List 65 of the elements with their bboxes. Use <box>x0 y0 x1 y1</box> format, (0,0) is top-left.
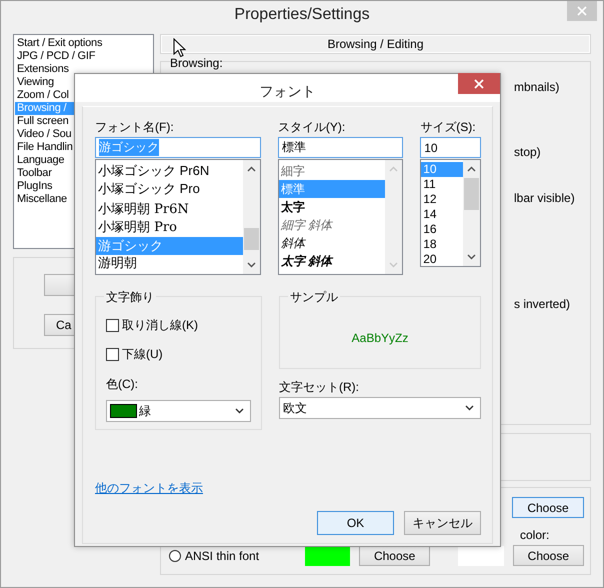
chevron-up-icon[interactable] <box>246 166 256 172</box>
group-label: Browsing: <box>170 57 224 69</box>
chevron-up-icon[interactable] <box>467 166 476 172</box>
ok-button[interactable]: OK <box>317 511 394 535</box>
list-item[interactable]: 14 <box>421 207 463 222</box>
charset-dropdown[interactable]: 欧文 <box>278 397 481 419</box>
list-item[interactable]: 16 <box>421 222 463 237</box>
scrollbar[interactable] <box>242 160 260 274</box>
color-label: color: <box>520 528 550 542</box>
radio-button[interactable]: ANSI thin font <box>169 548 305 562</box>
chevron-down-icon <box>234 408 244 414</box>
page-header: Browsing / Editing <box>160 34 591 54</box>
field-label: フォント名(F): <box>95 120 175 134</box>
group-label: サンプル <box>288 289 340 306</box>
input-field[interactable]: 標準 <box>278 137 404 158</box>
scrollbar-thumb[interactable] <box>464 178 479 210</box>
checkbox[interactable]: 下線(U) <box>106 346 251 362</box>
close-icon <box>474 78 484 88</box>
choose-button[interactable]: Choose <box>512 545 584 566</box>
list-item[interactable]: 小塚明朝 Pr6N <box>96 201 243 219</box>
sample-text: AaBbYyZz <box>352 330 408 344</box>
color-swatch[interactable] <box>458 546 504 566</box>
cursor-icon <box>173 38 186 58</box>
category-item[interactable]: JPG / PCD / GIF <box>15 50 152 63</box>
link[interactable]: 他のフォントを表示 <box>95 480 203 497</box>
list-item[interactable]: 游明朝 <box>96 255 243 273</box>
field-label: サイズ(S): <box>420 120 477 134</box>
input-field[interactable]: 10 <box>420 137 481 158</box>
window-title: Properties/Settings <box>234 6 370 24</box>
choose-button[interactable]: Choose <box>512 497 584 518</box>
list-item[interactable]: 12 <box>421 192 463 207</box>
scrollbar-thumb[interactable] <box>244 228 259 250</box>
color-dropdown[interactable]: 緑 <box>106 400 251 422</box>
chevron-down-icon[interactable] <box>467 254 476 260</box>
list-item[interactable]: 20 <box>421 252 463 266</box>
list-item[interactable]: 細字 <box>278 162 386 180</box>
color-swatch[interactable] <box>304 546 350 566</box>
option-label: s inverted) <box>514 297 572 311</box>
option-label: mbnails) <box>514 80 560 94</box>
checkbox[interactable]: 取り消し線(K) <box>106 317 251 333</box>
cancel-button[interactable]: キャンセル <box>404 511 481 535</box>
scrollbar[interactable] <box>463 160 480 266</box>
field-label: 色(C): <box>106 377 139 391</box>
list-item[interactable]: 11 <box>421 177 463 192</box>
category-item[interactable]: Start / Exit options <box>15 37 152 50</box>
close-button[interactable] <box>458 73 500 94</box>
list-item[interactable]: 細字 斜体 <box>278 216 386 234</box>
list-item[interactable]: 18 <box>421 237 463 252</box>
option-label: lbar visible) <box>514 191 576 205</box>
list-item[interactable]: 小塚明朝 Pro <box>96 219 243 237</box>
field-label: 文字セット(R): <box>278 380 360 394</box>
list-item[interactable]: 太字 <box>278 198 386 216</box>
list-item[interactable]: 斜体 <box>278 234 386 252</box>
list-item[interactable]: 小塚ゴシック Pro <box>96 180 243 198</box>
choose-button[interactable]: Choose <box>359 545 430 566</box>
option-label: stop) <box>514 145 542 159</box>
dialog-title: フォント <box>260 82 316 100</box>
group-label: 文字飾り <box>104 289 156 306</box>
field-label: スタイル(Y): <box>278 120 346 134</box>
chevron-down-icon[interactable] <box>246 262 256 268</box>
close-icon <box>577 6 587 16</box>
list-item[interactable]: 太字 斜体 <box>278 252 386 270</box>
list-item[interactable]: 小塚ゴシック Pr6N <box>96 162 243 180</box>
chevron-down-icon <box>465 405 474 411</box>
category-item[interactable]: Extensions <box>15 63 152 76</box>
